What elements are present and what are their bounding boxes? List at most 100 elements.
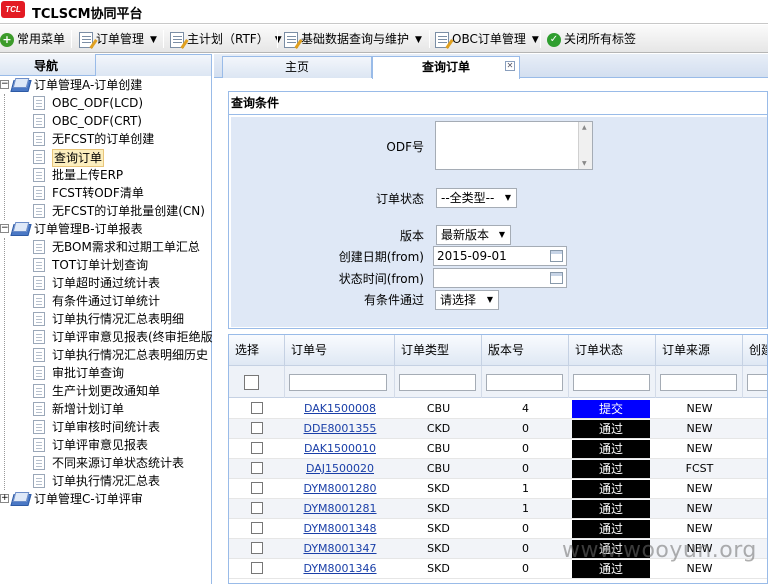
expand-icon[interactable]: + <box>0 494 9 503</box>
nav-item[interactable]: 订单执行情况汇总表 <box>33 472 213 490</box>
filter-order-type[interactable] <box>399 374 476 391</box>
order-number-link[interactable]: DAK1500008 <box>285 399 395 419</box>
order-number-link[interactable]: DYM8001346 <box>285 559 395 579</box>
table-row[interactable]: DAK1500010 CBU 0 通过 NEW <box>229 439 767 459</box>
close-all-tabs-button[interactable]: ✓ 关闭所有标签 <box>547 29 636 49</box>
table-row[interactable]: DYM8001281 SKD 1 通过 NEW <box>229 499 767 519</box>
col-created[interactable]: 创建 <box>743 335 767 366</box>
nav-item[interactable]: 不同来源订单状态统计表 <box>33 454 213 472</box>
nav-item[interactable]: 订单评审意见报表 <box>33 436 213 454</box>
order-number-link[interactable]: DAK1500010 <box>285 439 395 459</box>
version-cell: 1 <box>522 482 529 495</box>
page-icon <box>33 312 45 326</box>
order-number-link[interactable]: DYM8001347 <box>285 539 395 559</box>
order-number-link[interactable]: DYM8001281 <box>285 499 395 519</box>
nav-item[interactable]: 审批订单查询 <box>33 364 213 382</box>
page-icon <box>33 150 45 164</box>
collapse-icon[interactable]: − <box>0 80 9 89</box>
app-title: TCLSCM协同平台 <box>32 7 143 22</box>
nav-item[interactable]: 订单审核时间统计表 <box>33 418 213 436</box>
row-checkbox[interactable] <box>251 542 263 554</box>
nav-item[interactable]: 无BOM需求和过期工单汇总 <box>33 238 213 256</box>
nav-group-2[interactable]: − 订单管理B-订单报表 <box>0 220 212 238</box>
filter-version[interactable] <box>486 374 563 391</box>
col-select[interactable]: 选择 <box>229 335 285 366</box>
filter-order-no[interactable] <box>289 374 387 391</box>
master-plan-menu[interactable]: 主计划（RTF） ▼ <box>170 29 282 49</box>
nav-item[interactable]: OBC_ODF(LCD) <box>33 94 213 112</box>
table-row[interactable]: DDE8001355 CKD 0 通过 NEW <box>229 419 767 439</box>
basic-data-menu[interactable]: 基础数据查询与维护 ▼ <box>284 29 422 49</box>
close-icon[interactable]: ✕ <box>505 61 515 71</box>
status-time-input[interactable] <box>433 268 567 288</box>
tcl-logo: TCL <box>1 1 25 18</box>
common-menu-button[interactable]: + 常用菜单 <box>0 29 65 49</box>
table-row[interactable]: DAJ1500020 CBU 0 通过 FCST <box>229 459 767 479</box>
row-checkbox[interactable] <box>251 422 263 434</box>
filter-order-status[interactable] <box>573 374 650 391</box>
nav-item[interactable]: 订单超时通过统计表 <box>33 274 213 292</box>
nav-item[interactable]: 无FCST的订单批量创建(CN) <box>33 202 213 220</box>
table-row[interactable]: DYM8001348 SKD 0 通过 NEW <box>229 519 767 539</box>
collapse-icon[interactable]: − <box>0 224 9 233</box>
order-source-cell: FCST <box>685 462 714 475</box>
order-mgmt-menu[interactable]: 订单管理 ▼ <box>79 29 157 49</box>
col-order-source[interactable]: 订单来源 <box>656 335 743 366</box>
nav-group-3[interactable]: + 订单管理C-订单评审 <box>0 490 212 508</box>
nav-item[interactable]: 生产计划更改通知单 <box>33 382 213 400</box>
nav-item[interactable]: 批量上传ERP <box>33 166 213 184</box>
scrollbar[interactable] <box>578 122 592 169</box>
order-number-link[interactable]: DYM8001348 <box>285 519 395 539</box>
row-checkbox[interactable] <box>251 502 263 514</box>
page-icon <box>33 132 45 146</box>
order-number-link[interactable]: DDE8001355 <box>285 419 395 439</box>
calendar-icon[interactable] <box>550 250 563 262</box>
conditional-pass-select[interactable]: 请选择 ▼ <box>435 290 499 310</box>
row-checkbox[interactable] <box>251 482 263 494</box>
odf-textarea[interactable] <box>435 121 593 170</box>
col-version[interactable]: 版本号 <box>482 335 569 366</box>
filter-order-source[interactable] <box>660 374 737 391</box>
version-cell: 0 <box>522 462 529 475</box>
nav-item[interactable]: FCST转ODF清单 <box>33 184 213 202</box>
select-all-checkbox[interactable] <box>244 375 259 390</box>
nav-item[interactable]: 新增计划订单 <box>33 400 213 418</box>
row-checkbox[interactable] <box>251 562 263 574</box>
nav-item[interactable]: TOT订单计划查询 <box>33 256 213 274</box>
col-order-no[interactable]: 订单号 <box>285 335 395 366</box>
create-date-input[interactable]: 2015-09-01 <box>433 246 567 266</box>
nav-item[interactable]: 订单执行情况汇总表明细历史 <box>33 346 213 364</box>
row-checkbox[interactable] <box>251 442 263 454</box>
page-icon <box>33 276 45 290</box>
tab-home[interactable]: 主页 <box>222 56 372 78</box>
row-checkbox[interactable] <box>251 462 263 474</box>
version-select[interactable]: 最新版本 ▼ <box>436 225 511 245</box>
obc-order-menu[interactable]: OBC订单管理 ▼ <box>435 29 539 49</box>
calendar-icon[interactable] <box>550 272 563 284</box>
nav-item[interactable]: 订单执行情况汇总表明细 <box>33 310 213 328</box>
order-number-link[interactable]: DYM8001280 <box>285 479 395 499</box>
nav-group-1[interactable]: − 订单管理A-订单创建 <box>0 76 212 94</box>
page-icon <box>33 384 45 398</box>
page-icon <box>33 348 45 362</box>
odf-label: ODF号 <box>386 140 424 154</box>
row-checkbox[interactable] <box>251 402 263 414</box>
order-type-cell: CBU <box>426 442 451 455</box>
col-order-status[interactable]: 订单状态 <box>569 335 656 366</box>
order-status-select[interactable]: --全类型-- ▼ <box>436 188 517 208</box>
order-number-link[interactable]: DAJ1500020 <box>285 459 395 479</box>
nav-item[interactable]: 无FCST的订单创建 <box>33 130 213 148</box>
version-cell: 4 <box>522 402 529 415</box>
filter-created[interactable] <box>747 374 767 391</box>
table-row[interactable]: DAK1500008 CBU 4 提交 NEW <box>229 399 767 419</box>
col-order-type[interactable]: 订单类型 <box>395 335 482 366</box>
nav-item[interactable]: 有条件通过订单统计 <box>33 292 213 310</box>
tab-query-order[interactable]: 查询订单 ✕ <box>372 56 520 79</box>
page-icon <box>33 114 45 128</box>
nav-item[interactable]: OBC_ODF(CRT) <box>33 112 213 130</box>
nav-item[interactable]: 查询订单 <box>33 148 213 167</box>
chevron-down-icon: ▼ <box>498 230 505 239</box>
nav-item[interactable]: 订单评审意见报表(终审拒绝版 <box>33 328 213 346</box>
row-checkbox[interactable] <box>251 522 263 534</box>
table-row[interactable]: DYM8001280 SKD 1 通过 NEW <box>229 479 767 499</box>
